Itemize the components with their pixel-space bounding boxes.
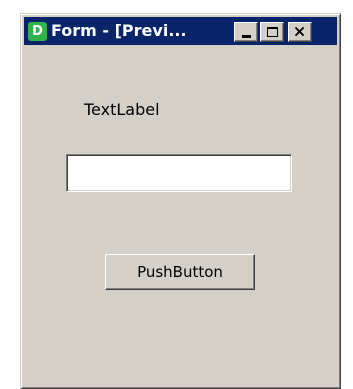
title-bar[interactable]: D Form - [Previ...: [24, 17, 337, 45]
close-button[interactable]: [288, 22, 312, 42]
line-edit[interactable]: [66, 154, 292, 192]
close-icon: [294, 26, 305, 37]
push-button[interactable]: PushButton: [105, 254, 255, 290]
text-label: TextLabel: [84, 100, 160, 119]
window-title: Form - [Previ...: [51, 21, 187, 40]
minimize-icon: [242, 35, 251, 38]
maximize-button[interactable]: [260, 22, 284, 42]
designer-app-icon[interactable]: D: [28, 22, 47, 41]
maximize-icon: [267, 27, 278, 37]
form-preview-window: D Form - [Previ... TextLabel PushButton: [20, 13, 341, 389]
minimize-button[interactable]: [234, 22, 258, 42]
